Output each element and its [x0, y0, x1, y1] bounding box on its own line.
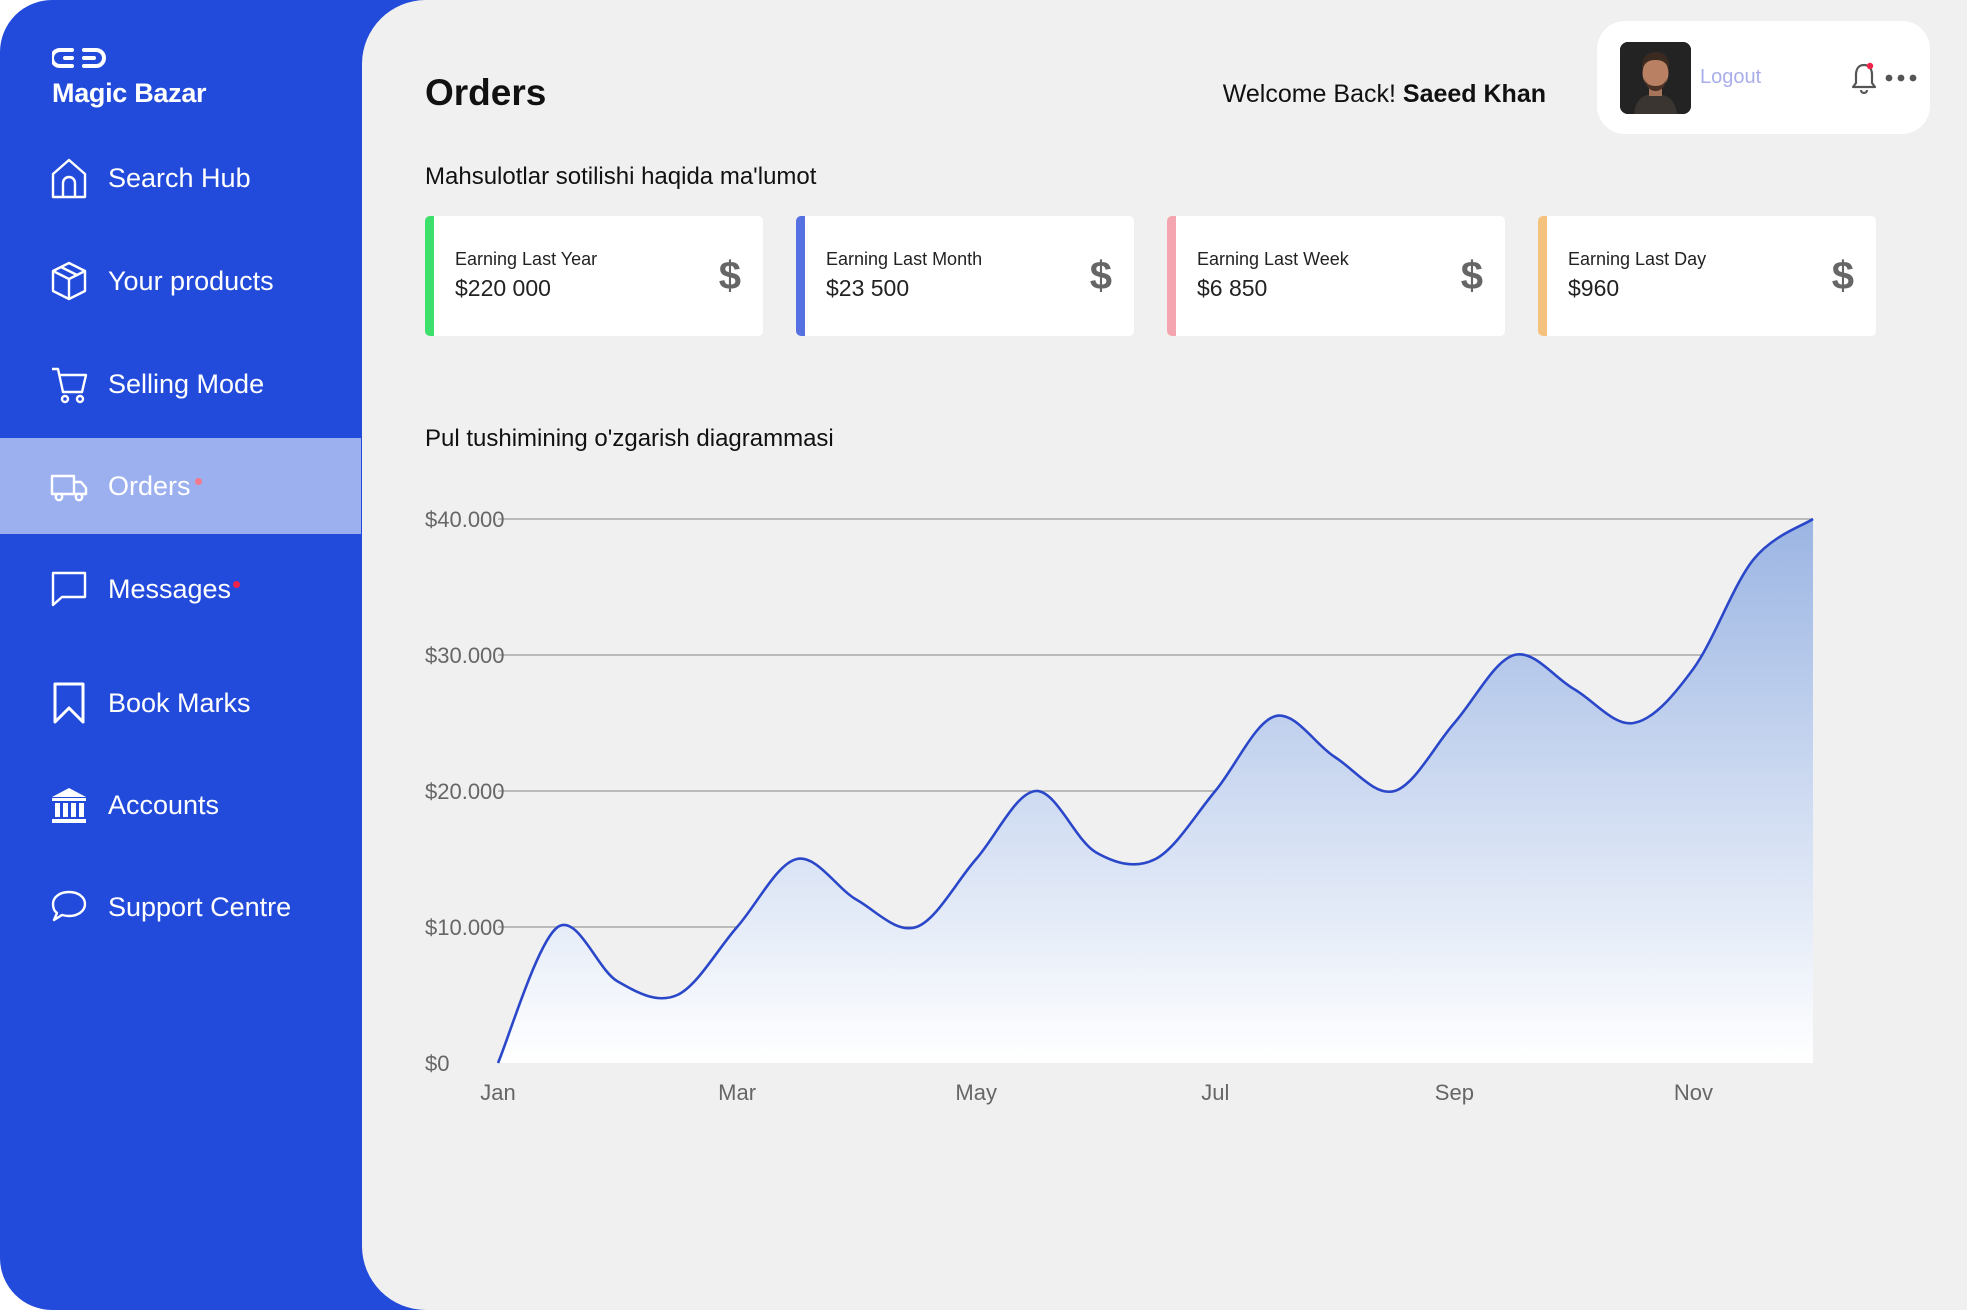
notification-dot — [233, 581, 240, 588]
home-icon — [50, 157, 88, 199]
sidebar-item-book-marks[interactable]: Book Marks — [0, 655, 361, 751]
sidebar-item-label: Accounts — [108, 789, 220, 820]
truck-icon — [50, 465, 88, 507]
sidebar-item-label: Messages — [108, 573, 232, 604]
sidebar-item-label: Orders — [108, 470, 191, 501]
revenue-area-chart: $0 $10.000 $20.000 $30.000 $40.000 Jan Mar May J… — [425, 507, 1814, 1105]
x-tick-label: Jan — [480, 1080, 515, 1105]
brand-name: Magic Bazar — [52, 78, 207, 108]
main-content: Orders Welcome Back! Saeed Khan Logout M… — [362, 0, 1967, 1310]
box-icon — [50, 260, 88, 302]
y-tick-label: $30.000 — [425, 643, 505, 668]
sidebar-item-label: Search Hub — [108, 162, 251, 193]
brand-logo-icon — [52, 48, 106, 68]
sidebar-item-messages[interactable]: Messages — [0, 541, 361, 637]
bookmark-icon — [50, 682, 88, 724]
cart-icon — [50, 363, 88, 405]
x-tick-label: Jul — [1201, 1080, 1229, 1105]
x-tick-label: Sep — [1435, 1080, 1474, 1105]
sidebar-item-orders[interactable]: Orders — [0, 438, 361, 534]
revenue-chart: $0 $10.000 $20.000 $30.000 $40.000 Jan Mar May J… — [425, 0, 1925, 1140]
y-tick-label: $20.000 — [425, 779, 505, 804]
sidebar-item-accounts[interactable]: Accounts — [0, 757, 361, 853]
brand[interactable]: Magic Bazar — [52, 44, 207, 109]
message-icon — [50, 568, 88, 610]
chat-bubble-icon — [50, 886, 88, 928]
app-window: Magic Bazar Search Hub Your products Sel… — [0, 0, 1967, 1310]
y-tick-label: $40.000 — [425, 507, 505, 532]
x-tick-label: Mar — [718, 1080, 756, 1105]
y-tick-label: $10.000 — [425, 915, 505, 940]
sidebar-item-search-hub[interactable]: Search Hub — [0, 130, 361, 226]
sidebar-item-label: Your products — [108, 265, 274, 296]
sidebar-item-your-products[interactable]: Your products — [0, 233, 361, 329]
sidebar-item-support-centre[interactable]: Support Centre — [0, 859, 361, 955]
x-tick-label: May — [955, 1080, 997, 1105]
x-tick-label: Nov — [1674, 1080, 1713, 1105]
notification-dot — [195, 478, 202, 485]
sidebar-item-label: Book Marks — [108, 687, 251, 718]
y-tick-label: $0 — [425, 1051, 449, 1076]
sidebar-item-label: Support Centre — [108, 891, 292, 922]
bank-icon — [50, 784, 88, 826]
sidebar: Magic Bazar Search Hub Your products Sel… — [0, 0, 362, 1310]
sidebar-item-label: Selling Mode — [108, 368, 265, 399]
sidebar-item-selling-mode[interactable]: Selling Mode — [0, 336, 361, 432]
